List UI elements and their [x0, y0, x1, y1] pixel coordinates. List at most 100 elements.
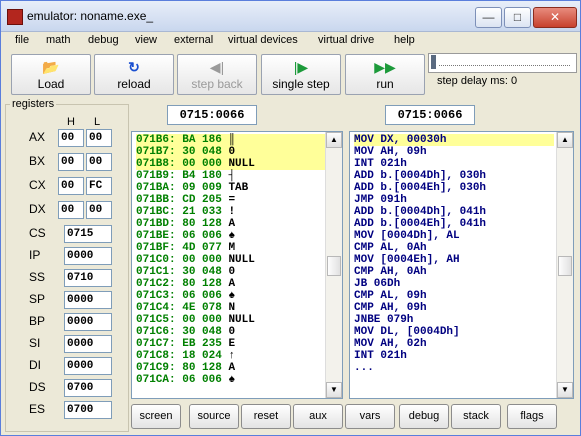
memory-scrollbar[interactable]: ▲ ▼: [325, 132, 342, 398]
memory-row[interactable]: 071BE: 06 006 ♠: [136, 230, 326, 242]
slider-thumb[interactable]: [431, 55, 436, 69]
memory-row[interactable]: 071C8: 18 024 ↑: [136, 350, 326, 362]
memory-row[interactable]: 071B6: BA 186 ║: [136, 134, 326, 146]
memory-row[interactable]: 071C5: 00 000 NULL: [136, 314, 326, 326]
step-back-button[interactable]: ◀| step back: [177, 54, 257, 95]
source-button[interactable]: source: [189, 404, 239, 429]
register-dx-low[interactable]: 00: [86, 201, 112, 219]
disassembly-row[interactable]: CMP AH, 0Ah: [354, 266, 554, 278]
menu-debug[interactable]: debug: [88, 34, 119, 46]
disassembly-row[interactable]: ADD b.[0004Eh], 041h: [354, 218, 554, 230]
scroll-up-icon[interactable]: ▲: [326, 132, 342, 148]
memory-row[interactable]: 071BC: 21 033 !: [136, 206, 326, 218]
register-cs-value[interactable]: 0715: [64, 225, 112, 243]
disassembly-row[interactable]: MOV [0004Dh], AL: [354, 230, 554, 242]
reset-button[interactable]: reset: [241, 404, 291, 429]
memory-row[interactable]: 071C7: EB 235 E: [136, 338, 326, 350]
menu-virtual-drive[interactable]: virtual drive: [318, 34, 374, 46]
register-ax-low[interactable]: 00: [86, 129, 112, 147]
register-ax-high[interactable]: 00: [58, 129, 84, 147]
register-cx-high[interactable]: 00: [58, 177, 84, 195]
disassembly-row[interactable]: ADD b.[0004Dh], 041h: [354, 206, 554, 218]
minimize-button[interactable]: —: [475, 7, 502, 28]
memory-row[interactable]: 071C4: 4E 078 N: [136, 302, 326, 314]
disassembly-row[interactable]: ADD b.[0004Dh], 030h: [354, 170, 554, 182]
run-button[interactable]: ▶▶ run: [345, 54, 425, 95]
disassembly-row[interactable]: ADD b.[0004Eh], 030h: [354, 182, 554, 194]
stack-button[interactable]: stack: [451, 404, 501, 429]
aux-button[interactable]: aux: [293, 404, 343, 429]
register-dx-high[interactable]: 00: [58, 201, 84, 219]
menu-math[interactable]: math: [46, 34, 70, 46]
disassembly-row[interactable]: MOV AH, 09h: [354, 146, 554, 158]
register-sp-value[interactable]: 0000: [64, 291, 112, 309]
vars-button[interactable]: vars: [345, 404, 395, 429]
register-di-value[interactable]: 0000: [64, 357, 112, 375]
register-bx-low[interactable]: 00: [86, 153, 112, 171]
disassembly-row[interactable]: CMP AL, 0Ah: [354, 242, 554, 254]
title-bar[interactable]: emulator: noname.exe_ — □ ✕: [1, 1, 580, 32]
debug-button[interactable]: debug: [399, 404, 449, 429]
memory-address: 071C1:: [136, 266, 183, 278]
close-button[interactable]: ✕: [533, 7, 577, 28]
disassembly-row[interactable]: MOV DL, [0004Dh]: [354, 326, 554, 338]
scroll-up-icon[interactable]: ▲: [557, 132, 573, 148]
memory-row[interactable]: 071C2: 80 128 A: [136, 278, 326, 290]
memory-row[interactable]: 071CA: 06 006 ♠: [136, 374, 326, 386]
memory-address: 071B6:: [136, 134, 183, 146]
register-ip-value[interactable]: 0000: [64, 247, 112, 265]
reload-button[interactable]: ↻ reload: [94, 54, 174, 95]
register-es-value[interactable]: 0700: [64, 401, 112, 419]
register-si-value[interactable]: 0000: [64, 335, 112, 353]
menu-external[interactable]: external: [174, 34, 213, 46]
disassembly-scrollbar[interactable]: ▲ ▼: [556, 132, 573, 398]
register-bp-value[interactable]: 0000: [64, 313, 112, 331]
maximize-button[interactable]: □: [504, 7, 531, 28]
disassembly-row[interactable]: JB 06Dh: [354, 278, 554, 290]
memory-row[interactable]: 071C0: 00 000 NULL: [136, 254, 326, 266]
memory-address-field[interactable]: 0715:0066: [167, 105, 257, 125]
memory-row[interactable]: 071B9: B4 180 ┤: [136, 170, 326, 182]
memory-row[interactable]: 071B8: 00 000 NULL: [136, 158, 326, 170]
memory-row[interactable]: 071BD: 80 128 A: [136, 218, 326, 230]
menu-virtual-devices[interactable]: virtual devices: [228, 34, 298, 46]
screen-button[interactable]: screen: [131, 404, 181, 429]
disassembly-row[interactable]: MOV [0004Eh], AH: [354, 254, 554, 266]
memory-row[interactable]: 071C3: 06 006 ♠: [136, 290, 326, 302]
disassembly-row[interactable]: INT 021h: [354, 158, 554, 170]
menu-view[interactable]: view: [135, 34, 157, 46]
scroll-down-icon[interactable]: ▼: [557, 382, 573, 398]
register-cx-low[interactable]: FC: [86, 177, 112, 195]
disassembly-scroll-thumb[interactable]: [558, 256, 572, 276]
disassembly-row[interactable]: JNBE 079h: [354, 314, 554, 326]
memory-row[interactable]: 071C1: 30 048 0: [136, 266, 326, 278]
disassembly-row[interactable]: INT 021h: [354, 350, 554, 362]
register-ds-value[interactable]: 0700: [64, 379, 112, 397]
memory-row[interactable]: 071B7: 30 048 0: [136, 146, 326, 158]
disasm-address-field[interactable]: 0715:0066: [385, 105, 475, 125]
disassembly-list[interactable]: MOV DX, 00030h MOV AH, 09h INT 021h ADD b.[…: [349, 131, 574, 399]
register-bx-high[interactable]: 00: [58, 153, 84, 171]
memory-scroll-thumb[interactable]: [327, 256, 341, 276]
single-step-button[interactable]: |▶ single step: [261, 54, 341, 95]
memory-row[interactable]: 071C6: 30 048 0: [136, 326, 326, 338]
menu-help[interactable]: help: [394, 34, 415, 46]
memory-list[interactable]: 071B6: BA 186 ║ 071B7: 30 048 0 071B8: 00 …: [131, 131, 343, 399]
register-ss-value[interactable]: 0710: [64, 269, 112, 287]
disassembly-row[interactable]: JMP 091h: [354, 194, 554, 206]
disassembly-row[interactable]: CMP AL, 09h: [354, 290, 554, 302]
load-button[interactable]: 📂 Load: [11, 54, 91, 95]
memory-row[interactable]: 071C9: 80 128 A: [136, 362, 326, 374]
step-delay-slider[interactable]: [428, 53, 577, 73]
scroll-down-icon[interactable]: ▼: [326, 382, 342, 398]
memory-row[interactable]: 071BA: 09 009 TAB: [136, 182, 326, 194]
disassembly-row[interactable]: ...: [354, 362, 554, 374]
memory-row[interactable]: 071BB: CD 205 =: [136, 194, 326, 206]
menu-file[interactable]: file: [15, 34, 29, 46]
disassembly-row[interactable]: CMP AH, 09h: [354, 302, 554, 314]
memory-row[interactable]: 071BF: 4D 077 M: [136, 242, 326, 254]
disassembly-row[interactable]: MOV DX, 00030h: [354, 134, 554, 146]
register-label-ax: AX: [29, 130, 46, 144]
disassembly-row[interactable]: MOV AH, 02h: [354, 338, 554, 350]
flags-button[interactable]: flags: [507, 404, 557, 429]
